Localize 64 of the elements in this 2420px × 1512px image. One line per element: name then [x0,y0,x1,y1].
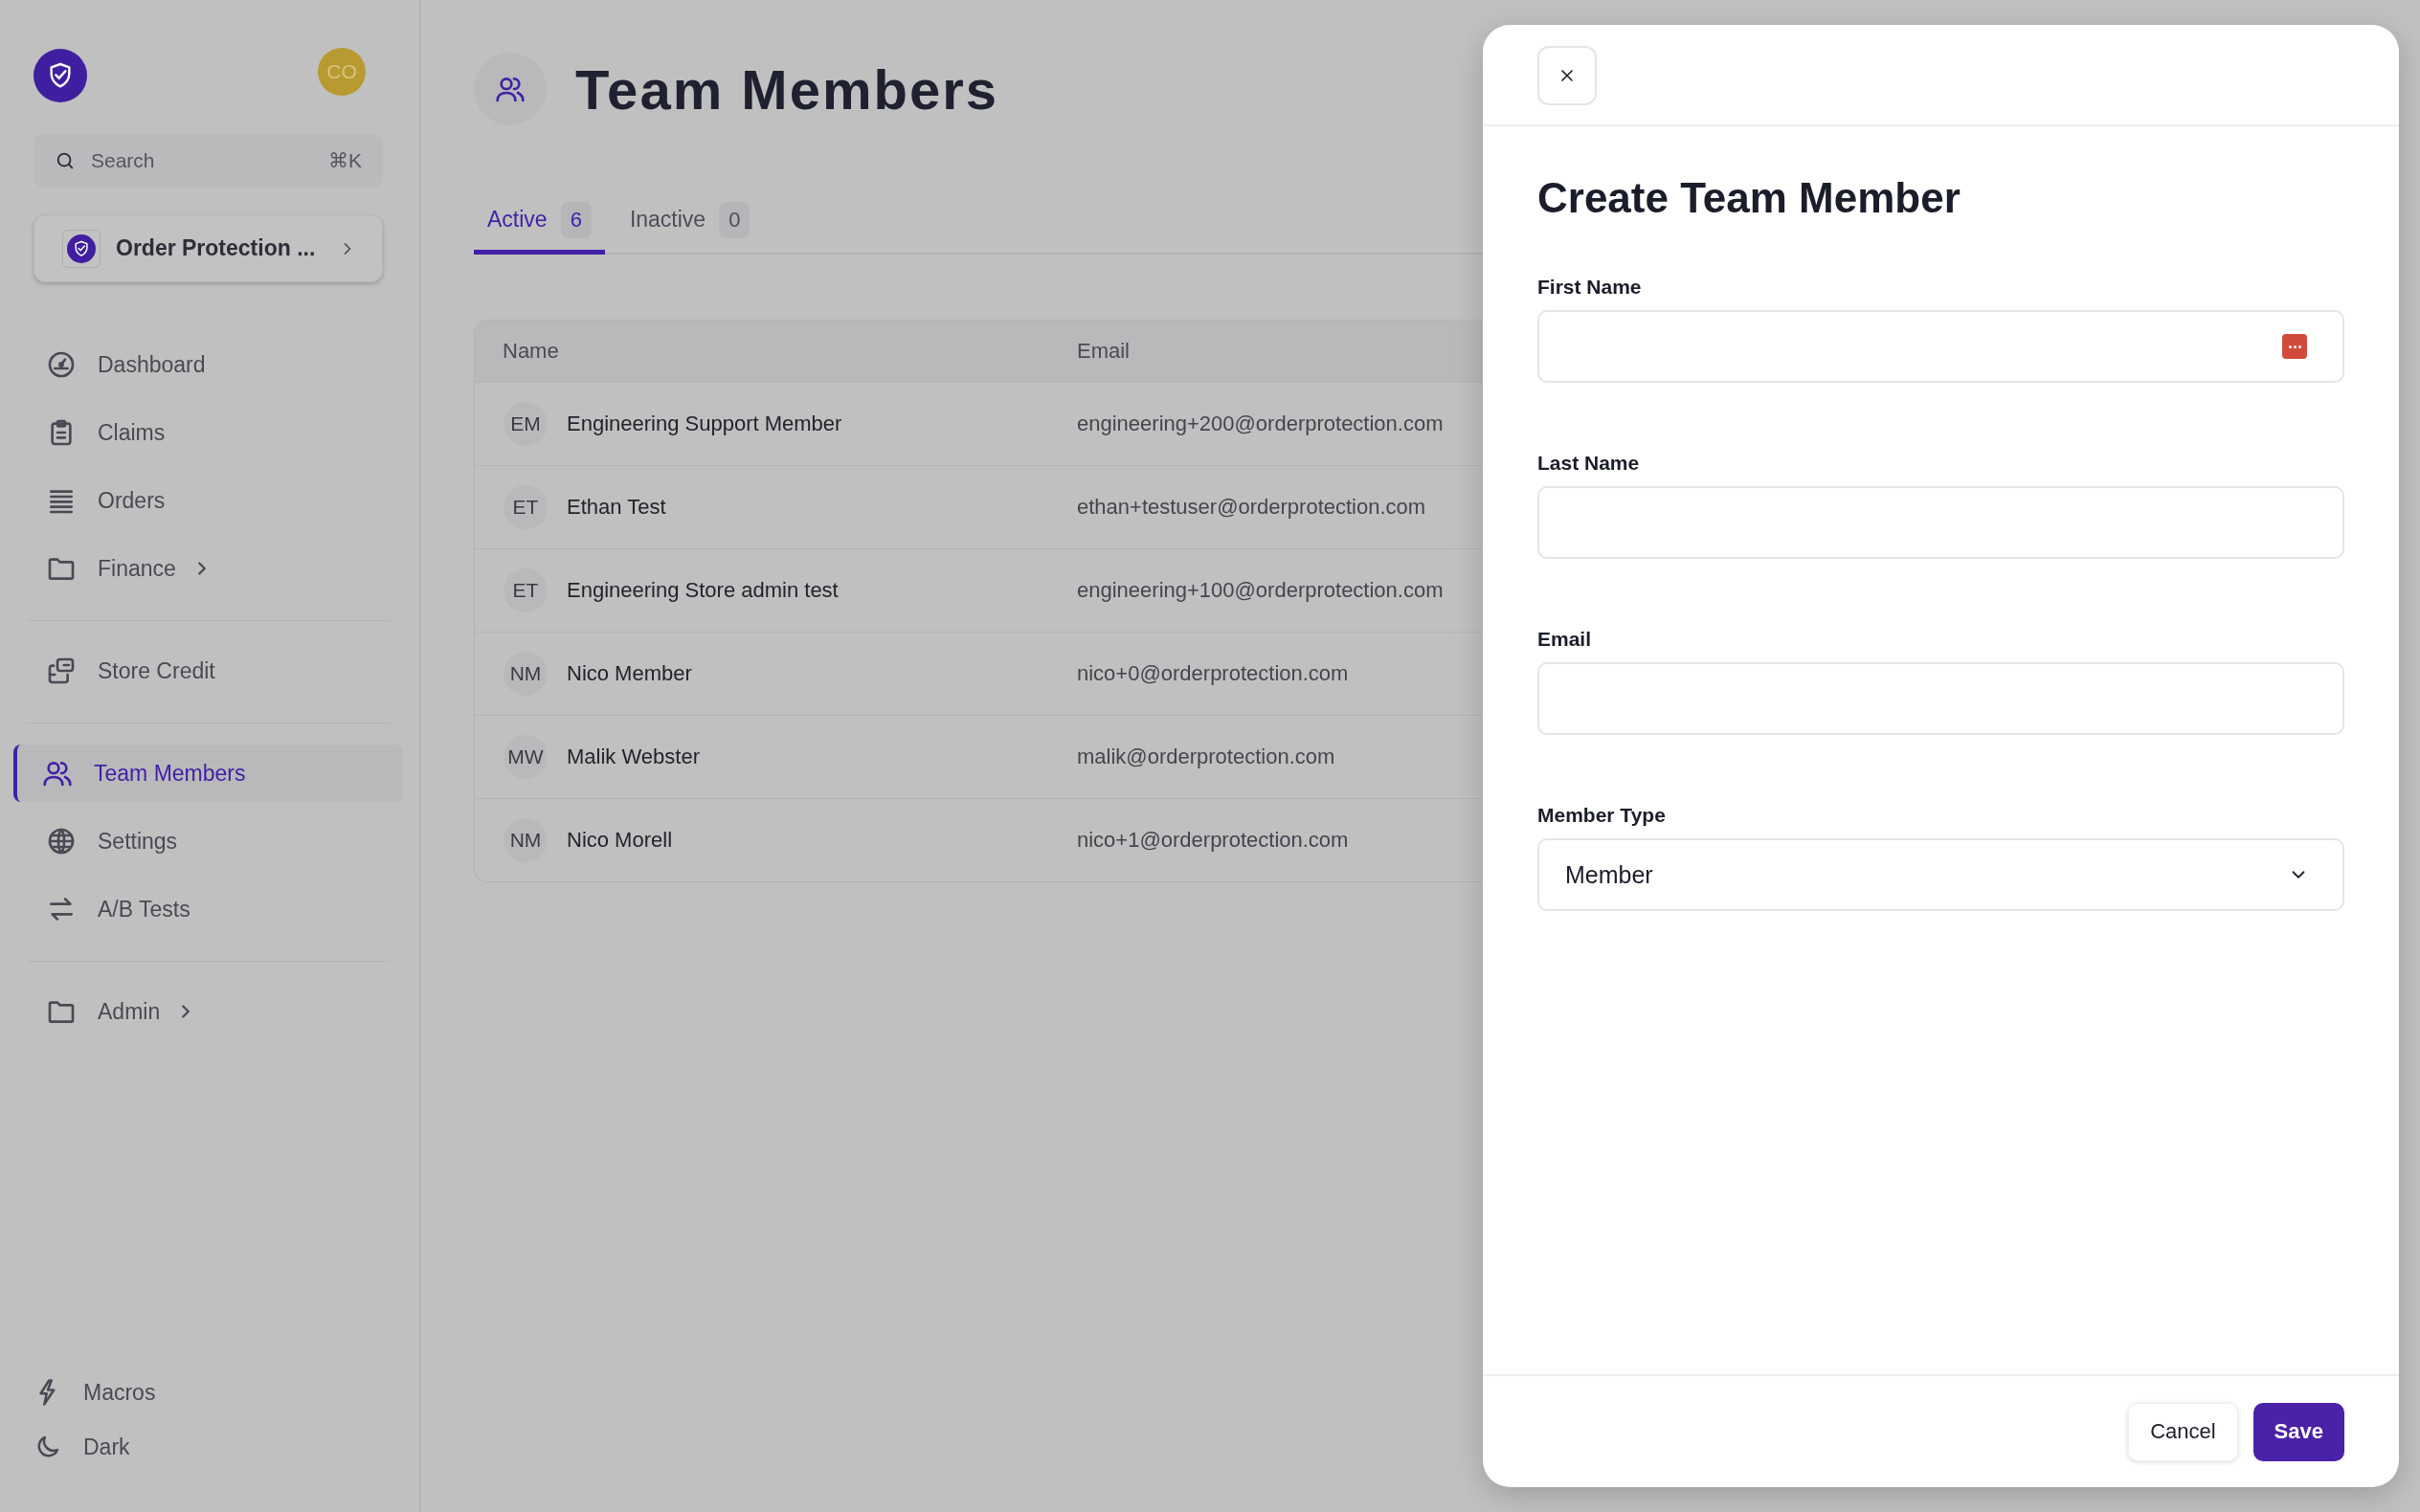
field-label: Member Type [1537,804,1667,827]
page-title: Team Members [575,56,998,122]
logo[interactable] [34,49,87,102]
field-label: Email [1537,628,1593,651]
password-manager-icon[interactable] [2282,334,2307,359]
search-icon [55,150,76,171]
initials-avatar: ET [504,485,548,529]
member-email: malik@orderprotection.com [1077,745,1336,769]
tab[interactable]: Inactive 0 [616,189,764,255]
store-selector[interactable]: Order Protection ... [34,214,383,282]
nav-item[interactable]: Dashboard [13,336,403,393]
count-badge: 6 [560,201,592,238]
nav-item[interactable]: Orders [13,472,403,529]
nav-item[interactable]: Team Members [13,745,403,802]
initials-avatar: EM [504,402,548,446]
store-logo [67,233,96,263]
initials-avatar: NM [504,818,548,862]
table-row[interactable]: ET Engineering Store admin test engineering+100@orderprotection.com [475,548,1482,632]
initials-avatar: MW [504,735,548,779]
table-row[interactable]: EM Engineering Support Member engineering+200@orderprotection.com [475,382,1482,465]
count-badge: 0 [719,201,751,238]
save-button[interactable]: Save [2252,1402,2344,1461]
nav-item[interactable]: Admin [13,983,403,1040]
dashboard-gauge-icon [46,349,77,380]
member-email: engineering+200@orderprotection.com [1077,411,1445,436]
nav-item[interactable]: Settings [13,812,403,870]
initials-avatar: NM [504,652,548,696]
table-row[interactable]: MW Malik Webster malik@orderprotection.com [475,715,1482,798]
nav-item[interactable]: Store Credit [13,642,403,700]
footer-item[interactable]: Macros [34,1373,383,1412]
tab[interactable]: Active 6 [474,189,605,255]
member-name: Malik Webster [567,745,700,769]
initials-avatar: ET [504,568,548,612]
member-name: Engineering Support Member [567,411,842,436]
member-name: Ethan Test [567,495,666,520]
member-email: ethan+testuser@orderprotection.com [1077,495,1427,520]
close-button[interactable] [1537,46,1597,105]
dialog-title: Create Team Member [1537,174,1961,222]
table-row[interactable]: NM Nico Morell nico+1@orderprotection.com [475,798,1482,881]
table-row[interactable]: ET Ethan Test ethan+testuser@orderprotection.com [475,465,1482,548]
globe-icon [46,826,77,856]
member-type-select[interactable]: Member [1537,838,2344,911]
footer-item[interactable]: Dark [34,1428,383,1466]
member-name: Nico Morell [567,828,673,853]
shortcut-hint: ⌘K [328,149,362,172]
member-email: engineering+100@orderprotection.com [1077,578,1445,603]
search-field[interactable]: Search ⌘K [34,134,383,188]
cards-icon [46,656,77,686]
text-field[interactable] [1537,486,2344,559]
nav-item[interactable]: Claims [13,404,403,461]
member-name: Engineering Store admin test [567,578,839,603]
field-label: First Name [1537,276,1643,299]
column-header: Email [1077,339,1131,364]
member-email: nico+0@orderprotection.com [1077,661,1350,686]
field-label: Last Name [1537,452,1641,475]
text-field[interactable] [1537,662,2344,735]
nav-item[interactable]: Finance [13,540,403,597]
table-row[interactable]: NM Nico Member nico+0@orderprotection.com [475,632,1482,715]
cancel-button[interactable]: Cancel [2128,1402,2238,1461]
member-name: Nico Member [567,661,692,686]
text-field[interactable] [1537,310,2344,383]
column-header: Name [502,339,560,364]
nav-item[interactable]: A/B Tests [13,880,403,938]
member-email: nico+1@orderprotection.com [1077,828,1350,853]
